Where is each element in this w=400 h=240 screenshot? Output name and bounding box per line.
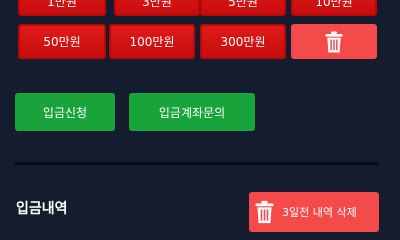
amount-label: 1만원 [47,0,77,9]
trash-icon [255,200,274,224]
amount-label: 3만원 [142,0,172,9]
amount-label: 5만원 [228,0,258,9]
amount-button-300man[interactable]: 300만원 [200,24,286,59]
delete-history-label: 3일전 내역 삭제 [282,206,357,219]
amount-button-1man[interactable]: 1만원 [18,0,106,16]
clear-amount-button[interactable] [291,24,377,59]
deposit-history-title: 입금내역 [16,201,68,217]
amount-button-100man[interactable]: 100만원 [109,24,195,59]
amount-button-3man[interactable]: 3만원 [114,0,200,16]
deposit-request-label: 입금신청 [42,105,88,120]
deposit-account-inquiry-label: 입금계좌문의 [158,105,226,120]
amount-label: 100만원 [129,35,175,49]
amount-button-50man[interactable]: 50만원 [18,24,106,59]
amount-label: 50만원 [43,35,81,49]
amount-button-5man[interactable]: 5만원 [200,0,286,16]
trash-icon [325,31,343,53]
amount-button-10man[interactable]: 10만원 [291,0,377,16]
amount-label: 10만원 [315,0,353,9]
amount-label: 300만원 [220,35,266,49]
deposit-request-button[interactable]: 입금신청 [15,93,115,131]
deposit-account-inquiry-button[interactable]: 입금계좌문의 [129,93,255,131]
section-divider [15,162,379,165]
delete-3day-history-button[interactable]: 3일전 내역 삭제 [249,192,379,232]
